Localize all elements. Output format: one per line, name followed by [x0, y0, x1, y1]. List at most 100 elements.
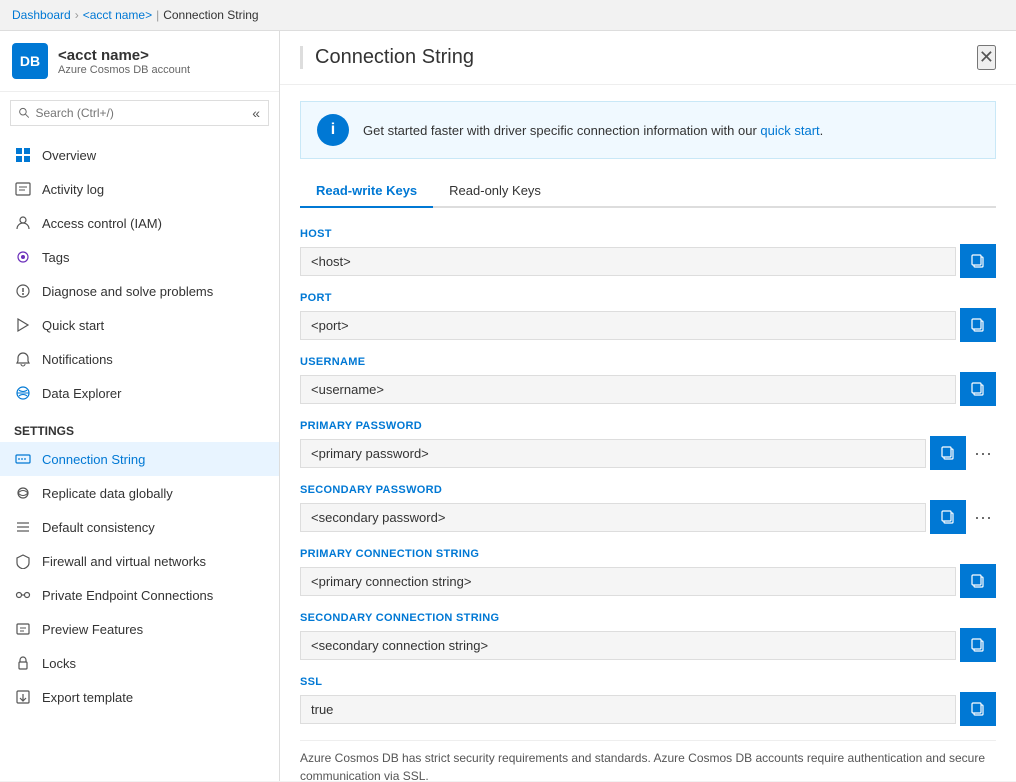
field-label-username: USERNAME [300, 356, 996, 368]
replicate-icon [14, 484, 32, 502]
breadcrumb: Dashboard › <acct name> | Connection Str… [0, 0, 1016, 31]
connection-icon [14, 450, 32, 468]
account-name: <acct name> [58, 47, 190, 64]
page-title: Connection String [300, 46, 474, 69]
copy-button-primary-password[interactable] [930, 436, 966, 470]
sidebar-item-label: Quick start [42, 318, 104, 333]
field-label-ssl: SSL [300, 676, 996, 688]
field-group-ssl: SSL [300, 676, 996, 726]
field-label-secondary-password: SECONDARY PASSWORD [300, 484, 996, 496]
content-header: Connection String ✕ [280, 31, 1016, 85]
info-banner: i Get started faster with driver specifi… [300, 101, 996, 159]
notifications-icon [14, 350, 32, 368]
sidebar-item-diagnose[interactable]: Diagnose and solve problems [0, 274, 279, 308]
field-input-secondary-password[interactable] [300, 503, 926, 532]
sidebar-item-label: Replicate data globally [42, 486, 173, 501]
field-input-ssl[interactable] [300, 695, 956, 724]
sidebar-item-activity-log[interactable]: Activity log [0, 172, 279, 206]
field-input-primary-password[interactable] [300, 439, 926, 468]
field-input-primary-connection-string[interactable] [300, 567, 956, 596]
sidebar-item-label: Firewall and virtual networks [42, 554, 206, 569]
field-input-port[interactable] [300, 311, 956, 340]
field-row-primary-password: ··· [300, 436, 996, 470]
sidebar-item-label: Export template [42, 690, 133, 705]
field-row-secondary-connection-string [300, 628, 996, 662]
field-group-username: USERNAME [300, 356, 996, 406]
sidebar-item-connection-string[interactable]: Connection String [0, 442, 279, 476]
sidebar-item-label: Overview [42, 148, 96, 163]
sidebar: DB <acct name> Azure Cosmos DB account «… [0, 31, 280, 781]
tab-read-only[interactable]: Read-only Keys [433, 175, 557, 208]
sidebar-item-notifications[interactable]: Notifications [0, 342, 279, 376]
copy-button-primary-connection-string[interactable] [960, 564, 996, 598]
field-input-secondary-connection-string[interactable] [300, 631, 956, 660]
breadcrumb-acct[interactable]: <acct name> [83, 8, 152, 22]
sidebar-item-label: Preview Features [42, 622, 143, 637]
sidebar-item-label: Default consistency [42, 520, 155, 535]
diagnose-icon [14, 282, 32, 300]
consistency-icon [14, 518, 32, 536]
more-button-primary-password[interactable]: ··· [970, 444, 996, 462]
info-icon: i [317, 114, 349, 146]
sidebar-header: DB <acct name> Azure Cosmos DB account [0, 31, 279, 92]
data-explorer-icon [14, 384, 32, 402]
copy-button-secondary-connection-string[interactable] [960, 628, 996, 662]
breadcrumb-dashboard[interactable]: Dashboard [12, 8, 71, 22]
locks-icon [14, 654, 32, 672]
quick-start-link[interactable]: quick start [760, 123, 819, 138]
access-icon [14, 214, 32, 232]
sidebar-item-label: Access control (IAM) [42, 216, 162, 231]
field-group-secondary-connection-string: SECONDARY CONNECTION STRING [300, 612, 996, 662]
preview-icon [14, 620, 32, 638]
info-text: Get started faster with driver specific … [363, 123, 823, 138]
sidebar-item-replicate[interactable]: Replicate data globally [0, 476, 279, 510]
sidebar-item-firewall[interactable]: Firewall and virtual networks [0, 544, 279, 578]
sidebar-item-export-template[interactable]: Export template [0, 680, 279, 714]
copy-button-port[interactable] [960, 308, 996, 342]
field-input-username[interactable] [300, 375, 956, 404]
tab-read-write[interactable]: Read-write Keys [300, 175, 433, 208]
field-group-secondary-password: SECONDARY PASSWORD ··· [300, 484, 996, 534]
account-icon: DB [12, 43, 48, 79]
sidebar-item-default-consistency[interactable]: Default consistency [0, 510, 279, 544]
field-row-secondary-password: ··· [300, 500, 996, 534]
sidebar-item-tags[interactable]: Tags [0, 240, 279, 274]
sidebar-item-data-explorer[interactable]: Data Explorer [0, 376, 279, 410]
sidebar-item-locks[interactable]: Locks [0, 646, 279, 680]
field-row-port [300, 308, 996, 342]
field-input-host[interactable] [300, 247, 956, 276]
field-group-primary-connection-string: PRIMARY CONNECTION STRING [300, 548, 996, 598]
field-label-primary-password: PRIMARY PASSWORD [300, 420, 996, 432]
sidebar-item-label: Diagnose and solve problems [42, 284, 213, 299]
content-panel: Connection String ✕ i Get started faster… [280, 31, 1016, 781]
sidebar-item-access-control[interactable]: Access control (IAM) [0, 206, 279, 240]
overview-icon [14, 146, 32, 164]
sidebar-item-preview-features[interactable]: Preview Features [0, 612, 279, 646]
field-group-port: PORT [300, 292, 996, 342]
search-box[interactable]: « [10, 100, 269, 126]
sidebar-item-label: Activity log [42, 182, 104, 197]
copy-button-username[interactable] [960, 372, 996, 406]
tags-icon [14, 248, 32, 266]
sidebar-item-overview[interactable]: Overview [0, 138, 279, 172]
sidebar-item-label: Private Endpoint Connections [42, 588, 213, 603]
sidebar-item-quick-start[interactable]: Quick start [0, 308, 279, 342]
quickstart-icon [14, 316, 32, 334]
field-label-host: HOST [300, 228, 996, 240]
sidebar-item-label: Locks [42, 656, 76, 671]
sidebar-item-private-endpoint[interactable]: Private Endpoint Connections [0, 578, 279, 612]
field-group-primary-password: PRIMARY PASSWORD ··· [300, 420, 996, 470]
copy-button-host[interactable] [960, 244, 996, 278]
more-button-secondary-password[interactable]: ··· [970, 508, 996, 526]
copy-button-secondary-password[interactable] [930, 500, 966, 534]
fields-container: HOSTPORTUSERNAMEPRIMARY PASSWORD···SECON… [300, 228, 996, 726]
sidebar-item-label: Data Explorer [42, 386, 121, 401]
breadcrumb-current: Connection String [163, 8, 258, 22]
sidebar-item-label: Notifications [42, 352, 113, 367]
collapse-button[interactable]: « [252, 105, 260, 121]
close-button[interactable]: ✕ [977, 45, 996, 70]
activity-icon [14, 180, 32, 198]
search-input[interactable] [35, 106, 246, 120]
field-row-username [300, 372, 996, 406]
copy-button-ssl[interactable] [960, 692, 996, 726]
